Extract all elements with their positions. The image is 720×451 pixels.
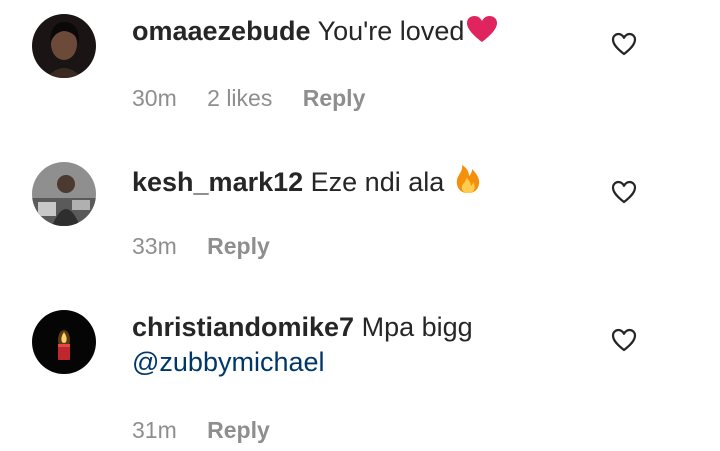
comment-message: You're loved [317, 16, 465, 46]
reply-button[interactable]: Reply [207, 417, 270, 443]
comment-username[interactable]: christiandomike7 [132, 312, 354, 342]
comment-username[interactable]: kesh_mark12 [132, 167, 303, 197]
comment-time: 31m [132, 417, 177, 443]
heart-outline-icon[interactable] [611, 32, 637, 56]
comment-meta: 31m Reply [132, 416, 294, 444]
avatar[interactable] [32, 310, 96, 374]
comment-message: Mpa bigg [361, 312, 473, 342]
comment-meta: 33m Reply [132, 232, 294, 260]
fire-emoji [454, 162, 482, 203]
comment-meta: 30m 2 likes Reply [132, 84, 389, 112]
comment-text: christiandomike7 Mpa bigg @zubbymichael [132, 310, 572, 380]
comment-username[interactable]: omaaezebude [132, 16, 311, 46]
avatar[interactable] [32, 162, 96, 226]
reply-button[interactable]: Reply [303, 85, 366, 111]
comment-text: kesh_mark12 Eze ndi ala [132, 162, 572, 203]
comment-time: 30m [132, 85, 177, 111]
mention-link[interactable]: @zubbymichael [132, 347, 325, 377]
comment-time: 33m [132, 233, 177, 259]
reply-button[interactable]: Reply [207, 233, 270, 259]
comment-message: Eze ndi ala [310, 167, 445, 197]
comment-likes-count[interactable]: 2 likes [207, 85, 272, 111]
red-heart-emoji [466, 15, 498, 52]
heart-outline-icon[interactable] [611, 328, 637, 352]
comment-text: omaaezebude You're loved [132, 14, 572, 52]
avatar[interactable] [32, 14, 96, 78]
heart-outline-icon[interactable] [611, 180, 637, 204]
